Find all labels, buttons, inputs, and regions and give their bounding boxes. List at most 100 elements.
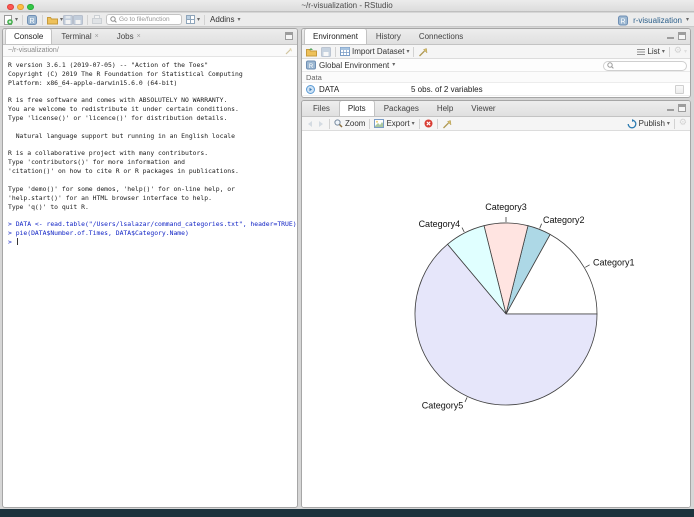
svg-text:R: R — [309, 64, 314, 70]
console-input-line: > DATA <- read.table("/Users/lsalazar/co… — [8, 220, 297, 229]
pie-slice-label: Category4 — [419, 219, 461, 229]
addins-button[interactable]: Addins ▾ — [209, 15, 240, 24]
window-bottom-edge — [0, 509, 694, 517]
search-icon — [110, 16, 117, 23]
zoom-plot-button[interactable]: Zoom — [334, 119, 365, 128]
maximize-pane-icon[interactable] — [678, 104, 686, 112]
open-file-button[interactable]: ▾ — [47, 15, 63, 25]
svg-text:R: R — [29, 18, 34, 25]
export-plot-button[interactable]: Export ▾ — [374, 119, 415, 128]
save-button[interactable] — [63, 14, 74, 25]
export-image-icon — [374, 119, 385, 128]
tab-label: History — [375, 32, 401, 41]
tab-packages[interactable]: Packages — [375, 101, 428, 116]
plot-display-area: Category1 Category2 Category3 Category4 Cate… — [302, 132, 690, 507]
new-project-button[interactable]: R — [27, 14, 38, 25]
chevron-down-icon: ▾ — [197, 16, 201, 23]
pie-slice-label: Category2 — [543, 215, 585, 225]
clear-console-icon[interactable] — [285, 47, 293, 55]
console-input-line: > pie(DATA$Number.of.Times, DATA$Categor… — [8, 229, 189, 238]
print-button[interactable] — [92, 14, 103, 25]
pie-label-tick — [464, 397, 468, 403]
pie-label-tick — [539, 223, 542, 229]
close-icon[interactable]: × — [137, 29, 141, 44]
project-menu-button[interactable]: R r-visualization ▾ — [618, 13, 689, 27]
next-plot-button[interactable] — [317, 120, 325, 128]
clear-all-plots-button[interactable] — [442, 119, 452, 129]
tab-console[interactable]: Console — [5, 29, 53, 44]
console-output-line: 'citation()' on how to cite R or R packa… — [8, 167, 239, 176]
tab-label: Plots — [347, 104, 366, 113]
publish-icon — [627, 118, 637, 129]
chevron-down-icon: ▾ — [661, 48, 665, 55]
close-icon[interactable]: × — [95, 29, 99, 44]
publish-button[interactable]: Publish ▾ — [627, 118, 670, 129]
remove-plot-button[interactable] — [424, 119, 433, 128]
tab-terminal[interactable]: Terminal × — [52, 29, 107, 44]
load-workspace-button[interactable] — [306, 47, 317, 57]
goto-file-input[interactable] — [119, 16, 180, 23]
refresh-environment-button[interactable]: ⚙ ▾ — [674, 47, 687, 56]
chevron-down-icon: ▾ — [237, 16, 241, 23]
tab-jobs[interactable]: Jobs × — [108, 29, 150, 44]
plots-tabbar: Files Plots Packages Help Viewer — [302, 101, 690, 117]
scope-selector[interactable]: Global Environment — [319, 61, 389, 70]
save-icon — [63, 14, 74, 25]
console-output-line: You are welcome to redistribute it under… — [8, 105, 239, 114]
console-output-line: R version 3.6.1 (2019-07-05) -- "Action … — [8, 61, 209, 69]
plots-pane: Files Plots Packages Help Viewer Zoom Ex… — [301, 100, 691, 508]
chevron-down-icon: ▾ — [683, 48, 687, 55]
tab-label: Connections — [418, 32, 464, 41]
console-output[interactable]: R version 3.6.1 (2019-07-05) -- "Action … — [3, 57, 297, 247]
list-view-button[interactable]: List ▾ — [637, 47, 665, 56]
chevron-down-icon: ▾ — [411, 120, 415, 127]
environment-search[interactable] — [603, 60, 687, 71]
tab-plots[interactable]: Plots — [338, 101, 375, 116]
expand-object-icon[interactable] — [306, 85, 315, 97]
maximize-pane-icon[interactable] — [678, 32, 686, 40]
refresh-plot-button[interactable]: ⚙ — [679, 119, 687, 128]
project-cube-icon: R — [618, 15, 629, 26]
save-workspace-button[interactable] — [321, 46, 331, 57]
tab-connections[interactable]: Connections — [410, 29, 472, 44]
minimize-pane-icon[interactable] — [667, 37, 674, 39]
pie-slice-label: Category3 — [485, 202, 527, 212]
view-table-button[interactable] — [675, 85, 684, 94]
console-output-line: Natural language support but running in … — [8, 131, 236, 140]
console-output-line: Platform: x86_64-apple-darwin15.6.0 (64-… — [8, 78, 178, 87]
goto-file-search[interactable] — [106, 14, 183, 25]
table-icon — [340, 47, 350, 56]
tab-environment[interactable]: Environment — [304, 29, 367, 44]
forward-arrow-icon — [317, 120, 325, 128]
svg-text:R: R — [621, 18, 626, 25]
console-output-line: 'help.start()' for an HTML browser inter… — [8, 193, 212, 202]
console-pane: Console Terminal × Jobs × ~/r-visualization/… — [2, 28, 298, 508]
save-all-button[interactable] — [73, 14, 84, 25]
console-output-line: Copyright (C) 2019 The R Foundation for … — [8, 69, 243, 78]
tab-help[interactable]: Help — [428, 101, 462, 116]
pane-layout-button[interactable]: ▾ — [186, 15, 200, 24]
new-file-button[interactable]: ▾ — [4, 14, 18, 25]
broom-icon — [418, 47, 428, 57]
maximize-pane-icon[interactable] — [285, 32, 293, 40]
minimize-pane-icon[interactable] — [667, 109, 674, 111]
tab-viewer[interactable]: Viewer — [462, 101, 504, 116]
pie-label-tick — [461, 227, 465, 233]
pie-label-tick — [585, 264, 590, 268]
previous-plot-button[interactable] — [306, 120, 314, 128]
pane-grid-icon — [186, 15, 196, 24]
environment-object-row[interactable]: DATA 5 obs. of 2 variables — [302, 83, 690, 96]
tab-files[interactable]: Files — [304, 101, 339, 116]
tab-history[interactable]: History — [367, 29, 410, 44]
pie-chart: Category1 Category2 Category3 Category4 Cate… — [414, 202, 635, 411]
console-output-line: R is a collaborative project with many c… — [8, 149, 209, 158]
clear-environment-button[interactable] — [418, 47, 428, 57]
console-output-line: Type 'license()' or 'licence()' for dist… — [8, 114, 228, 123]
import-dataset-button[interactable]: Import Dataset ▾ — [340, 47, 409, 56]
plots-toolbar: Zoom Export ▾ Publish ▾ ⚙ — [302, 117, 690, 131]
pie-slice-label: Category1 — [593, 258, 635, 268]
